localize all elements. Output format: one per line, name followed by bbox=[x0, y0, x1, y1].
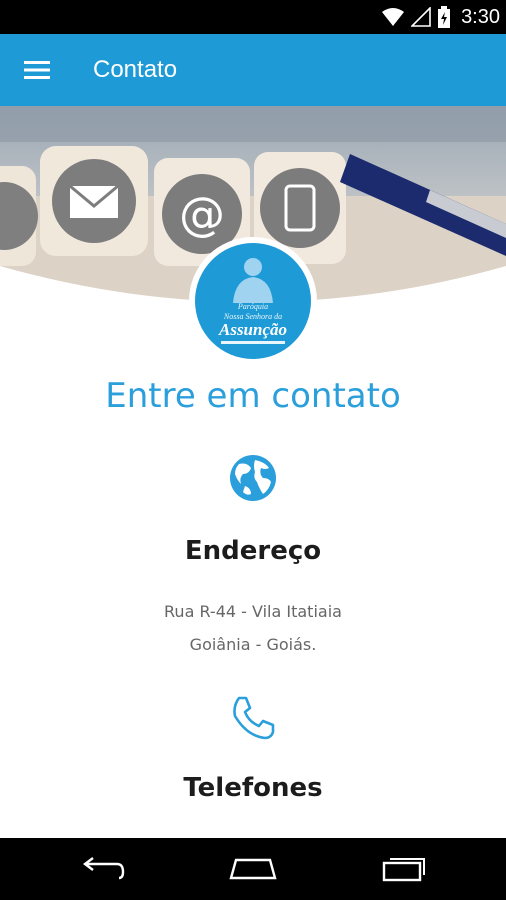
menu-button[interactable] bbox=[16, 50, 58, 90]
phones-title: Telefones bbox=[183, 773, 323, 803]
address-line: Rua R-44 - Vila Itatiaia bbox=[164, 602, 342, 621]
contact-heading: Entre em contato bbox=[105, 376, 401, 416]
svg-text:@: @ bbox=[179, 187, 225, 241]
page-title: Contato bbox=[93, 56, 178, 83]
address-city: Goiânia - Goiás. bbox=[189, 635, 317, 654]
battery-icon bbox=[438, 6, 451, 28]
back-button[interactable] bbox=[72, 849, 132, 889]
status-time: 3:30 bbox=[461, 5, 500, 28]
globe-icon bbox=[230, 455, 276, 501]
signal-icon bbox=[411, 7, 431, 27]
back-icon bbox=[83, 857, 125, 880]
svg-text:Assunção: Assunção bbox=[218, 320, 287, 339]
svg-text:Paróquia: Paróquia bbox=[237, 302, 268, 311]
logo-figure-icon: Paróquia Nossa Senhora da Assunção bbox=[218, 258, 287, 344]
recent-apps-button[interactable] bbox=[374, 849, 434, 889]
recent-apps-icon bbox=[382, 858, 425, 882]
home-icon bbox=[229, 858, 277, 880]
hamburger-menu-icon bbox=[24, 61, 50, 79]
system-nav-bar bbox=[0, 838, 506, 900]
app-bar: Contato bbox=[0, 34, 506, 106]
parish-logo: Paróquia Nossa Senhora da Assunção bbox=[195, 243, 311, 359]
phone-icon bbox=[233, 696, 275, 740]
address-title: Endereço bbox=[184, 536, 322, 566]
status-icons: 3:30 bbox=[381, 0, 500, 34]
status-bar: 3:30 bbox=[0, 0, 506, 34]
wifi-icon bbox=[382, 8, 405, 26]
home-button[interactable] bbox=[223, 849, 283, 889]
